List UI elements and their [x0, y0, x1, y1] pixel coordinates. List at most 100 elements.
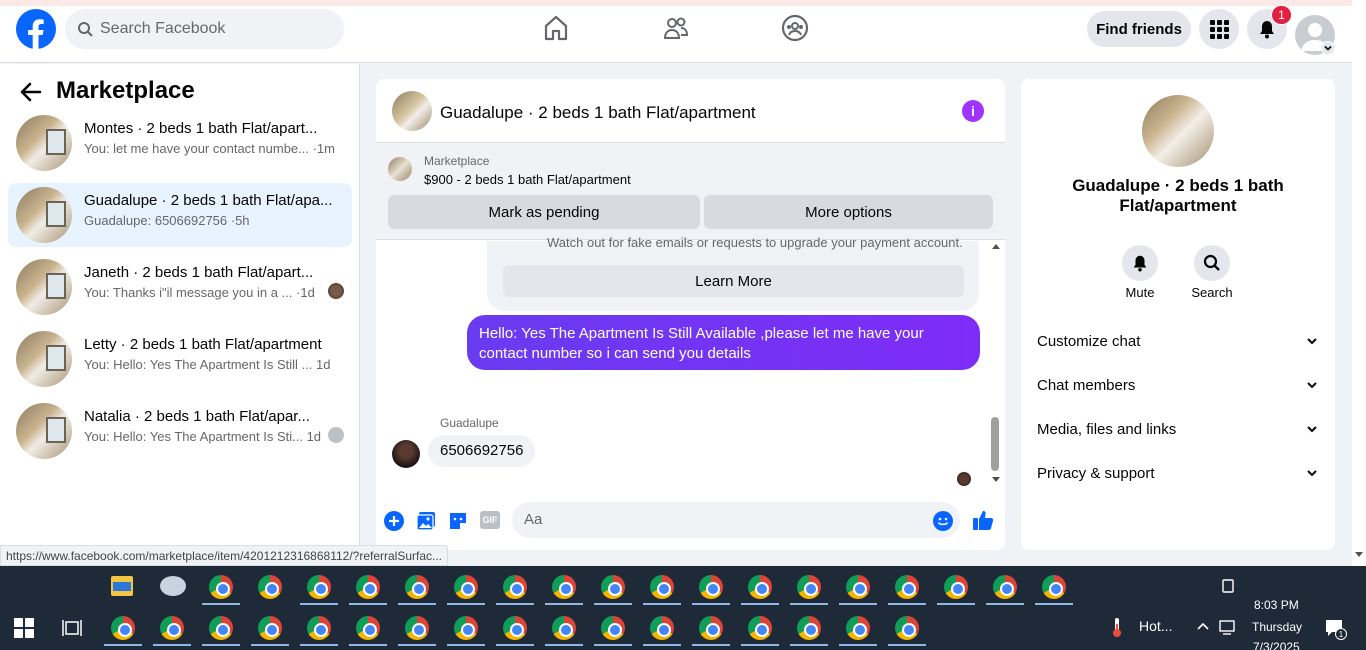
- listing-thumbnail[interactable]: [388, 157, 412, 181]
- customize-chat-section[interactable]: Customize chat: [1037, 329, 1319, 353]
- chrome-browser-icon[interactable]: [454, 616, 478, 640]
- message-input[interactable]: Aa: [512, 502, 960, 538]
- chrome-browser-icon[interactable]: [503, 575, 527, 599]
- chrome-browser-icon[interactable]: [748, 575, 772, 599]
- search-input[interactable]: Search Facebook: [65, 9, 344, 49]
- photo-icon[interactable]: [416, 511, 436, 531]
- chat-members-section[interactable]: Chat members: [1037, 373, 1319, 397]
- chrome-browser-icon[interactable]: [405, 575, 429, 599]
- conversation-name: Natalia · 2 beds 1 bath Flat/apar...: [84, 408, 310, 425]
- chrome-browser-icon[interactable]: [209, 616, 233, 640]
- conversation-item-janeth[interactable]: Janeth · 2 beds 1 bath Flat/apart... You…: [8, 255, 352, 319]
- home-icon[interactable]: [542, 14, 570, 42]
- section-label: Chat members: [1037, 376, 1136, 394]
- chrome-browser-icon[interactable]: [552, 575, 576, 599]
- back-arrow-icon[interactable]: [20, 82, 42, 102]
- file-explorer-icon[interactable]: [111, 576, 133, 596]
- like-thumbs-up-icon[interactable]: [972, 509, 994, 531]
- snipping-tool-icon[interactable]: [160, 576, 186, 596]
- chrome-browser-icon[interactable]: [258, 616, 282, 640]
- chrome-browser-icon[interactable]: [993, 575, 1017, 599]
- listing-avatar-large[interactable]: [1142, 95, 1214, 167]
- chrome-browser-icon[interactable]: [552, 616, 576, 640]
- account-chevron-down-icon[interactable]: [1321, 41, 1335, 55]
- chrome-browser-icon[interactable]: [454, 575, 478, 599]
- find-friends-button[interactable]: Find friends: [1087, 11, 1191, 47]
- seen-avatar: [328, 283, 344, 299]
- chat-title[interactable]: Guadalupe · 2 beds 1 bath Flat/apartment: [440, 103, 756, 123]
- learn-more-button[interactable]: Learn More: [503, 265, 964, 297]
- chrome-browser-icon[interactable]: [650, 616, 674, 640]
- chrome-browser-icon[interactable]: [356, 616, 380, 640]
- chrome-browser-icon[interactable]: [209, 575, 233, 599]
- conversation-item-guadalupe[interactable]: Guadalupe · 2 beds 1 bath Flat/apa... Gu…: [8, 183, 352, 247]
- emoji-icon[interactable]: [933, 511, 953, 531]
- conversation-item-montes[interactable]: Montes · 2 beds 1 bath Flat/apart... You…: [8, 111, 352, 175]
- chrome-browser-icon[interactable]: [601, 616, 625, 640]
- friends-icon[interactable]: [662, 14, 690, 42]
- chevron-up-icon[interactable]: [1196, 620, 1210, 632]
- seen-avatar: [328, 427, 344, 443]
- chrome-browser-icon[interactable]: [797, 616, 821, 640]
- chrome-browser-icon[interactable]: [895, 575, 919, 599]
- sender-name: Guadalupe: [440, 416, 499, 430]
- chrome-browser-icon[interactable]: [503, 616, 527, 640]
- chrome-browser-icon[interactable]: [846, 575, 870, 599]
- conversation-item-natalia[interactable]: Natalia · 2 beds 1 bath Flat/apar... You…: [8, 399, 352, 463]
- chrome-browser-icon[interactable]: [405, 616, 429, 640]
- chrome-browser-icon[interactable]: [307, 575, 331, 599]
- clock-day[interactable]: Thursday: [1252, 620, 1302, 634]
- page-scrollbar[interactable]: [1352, 0, 1366, 566]
- details-title: Guadalupe · 2 beds 1 bath Flat/apartment: [1072, 176, 1284, 215]
- running-indicator: [692, 603, 730, 605]
- chrome-browser-icon[interactable]: [846, 616, 870, 640]
- running-indicator: [986, 603, 1024, 605]
- windows-start-icon[interactable]: [14, 618, 34, 638]
- chrome-browser-icon[interactable]: [699, 616, 723, 640]
- task-view-icon[interactable]: [62, 618, 82, 638]
- chrome-browser-icon[interactable]: [307, 616, 331, 640]
- privacy-support-section[interactable]: Privacy & support: [1037, 461, 1319, 485]
- listing-price[interactable]: $900 - 2 beds 1 bath Flat/apartment: [424, 172, 631, 187]
- network-icon[interactable]: [1218, 618, 1238, 636]
- running-indicator: [447, 644, 485, 646]
- search-conversation-icon[interactable]: [1194, 245, 1230, 281]
- plus-icon[interactable]: [384, 511, 404, 531]
- chrome-browser-icon[interactable]: [797, 575, 821, 599]
- clock-time[interactable]: 8:03 PM: [1254, 598, 1299, 612]
- sender-avatar[interactable]: [392, 440, 420, 468]
- running-indicator: [447, 603, 485, 605]
- chat-avatar[interactable]: [392, 91, 432, 131]
- running-indicator: [594, 603, 632, 605]
- chrome-browser-icon[interactable]: [895, 616, 919, 640]
- facebook-logo-icon[interactable]: [16, 9, 56, 49]
- read-receipt-avatar: [957, 472, 971, 486]
- sticker-icon[interactable]: [448, 511, 468, 531]
- scroll-down-arrow-icon: [1355, 552, 1363, 557]
- chrome-browser-icon[interactable]: [111, 616, 135, 640]
- mute-bell-icon[interactable]: [1122, 245, 1158, 281]
- chrome-browser-icon[interactable]: [699, 575, 723, 599]
- info-icon[interactable]: i: [962, 100, 984, 122]
- gif-icon[interactable]: GIF: [480, 511, 500, 529]
- weather-thermometer-icon[interactable]: [1110, 616, 1124, 638]
- chrome-browser-icon[interactable]: [748, 616, 772, 640]
- chrome-browser-icon[interactable]: [1042, 575, 1066, 599]
- chrome-browser-icon[interactable]: [258, 575, 282, 599]
- more-options-button[interactable]: More options: [704, 195, 993, 229]
- chrome-browser-icon[interactable]: [650, 575, 674, 599]
- chrome-browser-icon[interactable]: [944, 575, 968, 599]
- scrollbar-thumb[interactable]: [991, 417, 999, 471]
- chat-scrollbar[interactable]: [989, 241, 1003, 487]
- clock-date[interactable]: 7/3/2025: [1253, 640, 1300, 650]
- menu-grid-icon[interactable]: [1199, 9, 1239, 49]
- chrome-browser-icon[interactable]: [601, 575, 625, 599]
- tablet-icon[interactable]: [1220, 578, 1236, 594]
- media-files-links-section[interactable]: Media, files and links: [1037, 417, 1319, 441]
- groups-icon[interactable]: [781, 14, 809, 42]
- weather-text[interactable]: Hot...: [1139, 618, 1172, 634]
- chrome-browser-icon[interactable]: [160, 616, 184, 640]
- chrome-browser-icon[interactable]: [356, 575, 380, 599]
- conversation-item-letty[interactable]: Letty · 2 beds 1 bath Flat/apartment You…: [8, 327, 352, 391]
- mark-as-pending-button[interactable]: Mark as pending: [388, 195, 700, 229]
